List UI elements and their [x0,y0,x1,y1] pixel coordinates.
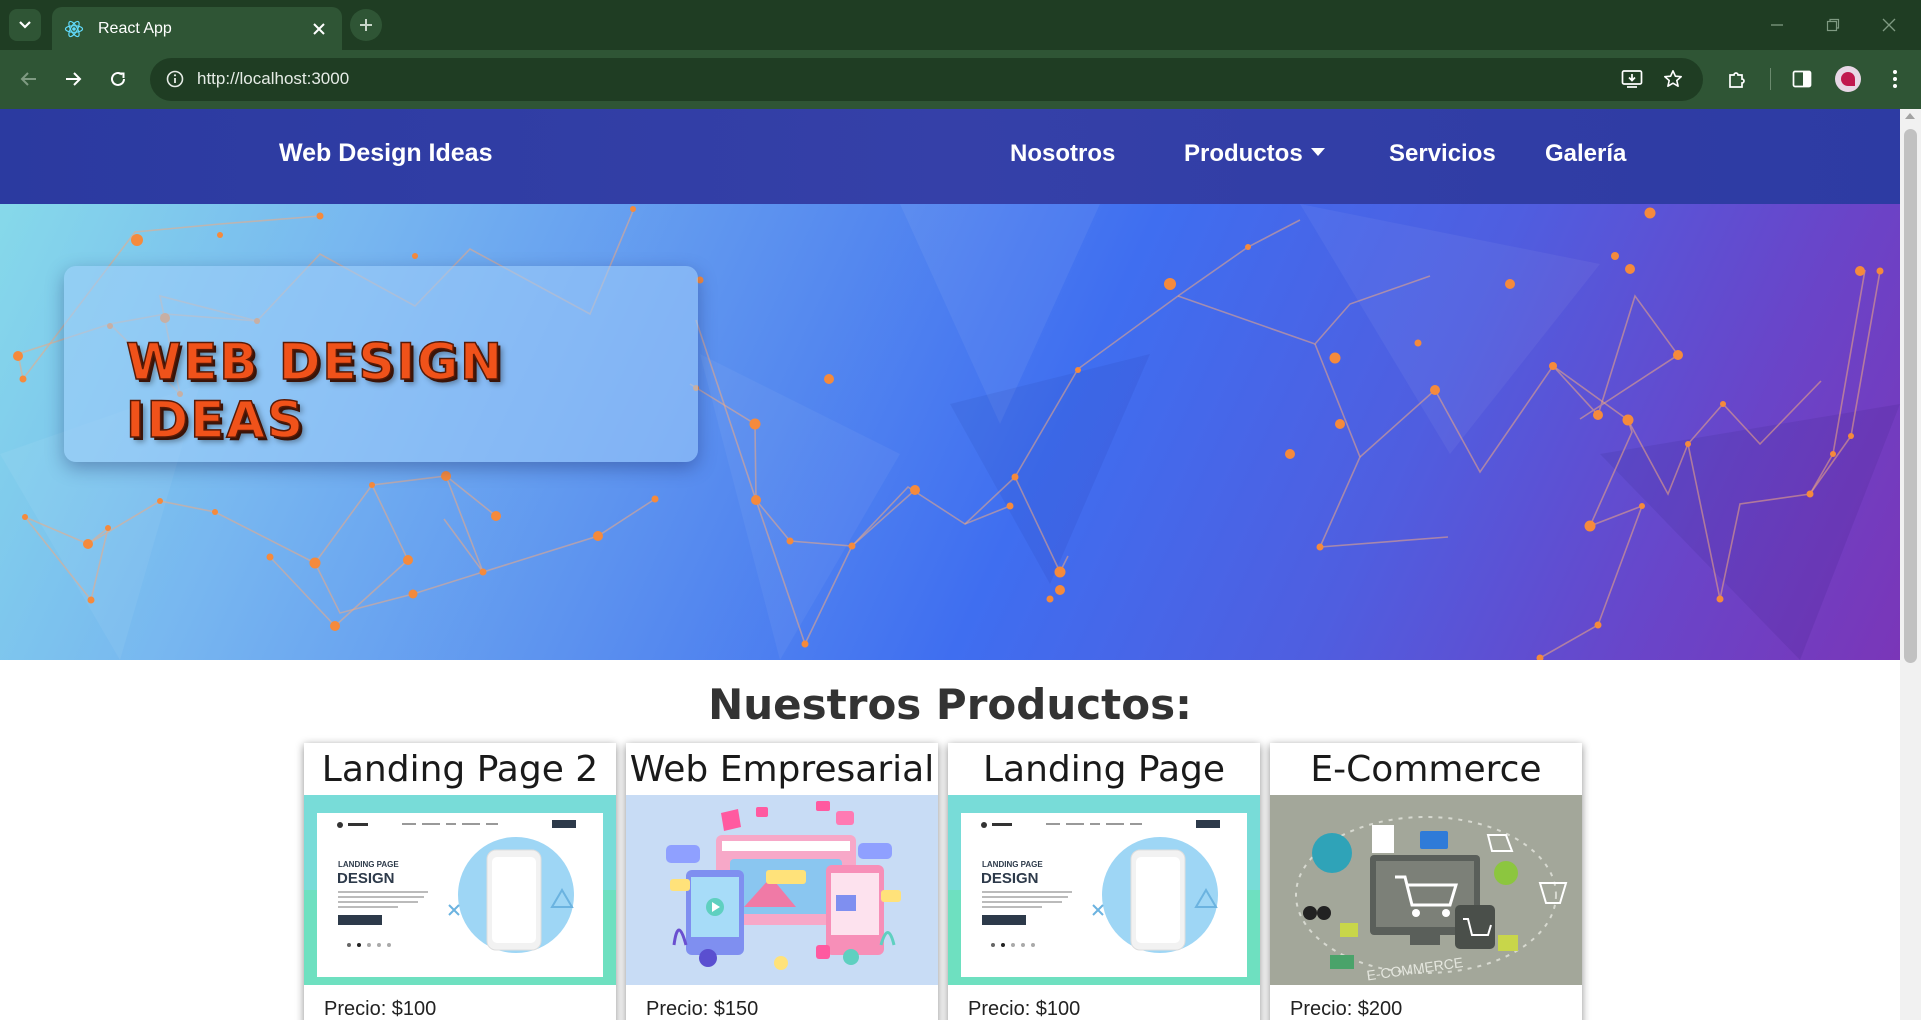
business-web-illustration [626,795,938,985]
scroll-up-arrow-icon[interactable] [1905,113,1915,119]
extensions-button[interactable] [1722,64,1752,94]
product-card-e-commerce[interactable]: E-Commerce E-COMMERCE Precio: $200 [1270,743,1582,1020]
close-icon [1882,18,1896,32]
ecommerce-illustration: E-COMMERCE [1270,795,1582,985]
product-title: Landing Page 2 [321,749,599,790]
browser-tab-strip: React App [0,0,1921,50]
install-icon [1621,70,1643,88]
profile-avatar[interactable] [1835,66,1861,92]
browser-tab[interactable]: React App [52,7,342,50]
minimize-button[interactable] [1764,12,1790,38]
install-app-button[interactable] [1617,64,1647,94]
reload-button[interactable] [103,64,133,94]
restore-icon [1826,18,1840,32]
reload-icon [111,71,125,86]
address-bar[interactable] [150,58,1703,101]
react-logo-icon [64,19,84,39]
forward-button[interactable] [58,64,88,94]
plus-icon [360,19,372,31]
product-price: Precio: $100 [324,998,437,1020]
arrow-right-icon [66,72,82,86]
address-url[interactable]: http://localhost:3000 [197,69,349,89]
hero-title: Web Design Ideas [125,332,504,450]
arrow-left-icon [20,72,36,86]
svg-text:LANDING PAGE: LANDING PAGE [982,860,1043,869]
tab-close-button[interactable] [306,16,332,42]
navbar-brand[interactable]: Web Design Ideas [279,139,493,168]
nav-link-galeria[interactable]: Galería [1545,140,1626,168]
product-price: Precio: $200 [1290,998,1403,1020]
nav-link-productos-label: Productos [1184,140,1303,167]
product-title: E-Commerce [1310,749,1542,790]
close-window-button[interactable] [1876,12,1902,38]
product-title: Web Empresarial [629,749,935,790]
puzzle-icon [1729,72,1745,88]
browser-menu-button[interactable] [1880,64,1910,94]
page-viewport: Web Design Ideas Nosotros Productos Serv… [0,109,1900,1020]
chevron-down-icon [19,21,31,29]
side-panel-button[interactable] [1787,64,1817,94]
product-price: Precio: $100 [968,998,1081,1020]
product-price: Precio: $150 [646,998,759,1020]
nav-link-nosotros[interactable]: Nosotros [1010,140,1115,168]
hero-banner: Web Design Ideas [0,204,1900,660]
back-button[interactable] [14,64,44,94]
product-card-web-empresarial[interactable]: Web Empresarial Precio: $150 [626,743,938,1020]
side-panel-icon [1792,70,1812,88]
product-card-landing-page[interactable]: Landing Page LANDING PAGE DESIGN Precio:… [948,743,1260,1020]
scrollbar-thumb[interactable] [1904,129,1917,663]
hero-title-card: Web Design Ideas [64,266,698,462]
site-navbar: Web Design Ideas Nosotros Productos Serv… [0,109,1900,204]
site-info-icon[interactable] [164,68,186,90]
landing-page-mockup-image: LANDING PAGE DESIGN [304,795,616,985]
close-icon [313,22,325,35]
product-title: Landing Page [982,749,1226,790]
caret-down-icon [1310,147,1325,156]
tab-title: React App [98,19,172,37]
tab-search-button[interactable] [9,9,41,41]
star-icon [1664,70,1682,87]
new-tab-button[interactable] [350,9,382,41]
svg-text:DESIGN: DESIGN [981,870,1039,887]
products-section-title: Nuestros Productos: [708,680,1192,729]
bookmark-button[interactable] [1658,64,1688,94]
svg-text:LANDING PAGE: LANDING PAGE [338,860,399,869]
landing-page-mockup-image: LANDING PAGE DESIGN [948,795,1260,985]
nav-link-servicios[interactable]: Servicios [1389,140,1496,168]
nav-link-productos[interactable]: Productos [1184,140,1325,168]
minimize-icon [1771,24,1783,26]
svg-text:DESIGN: DESIGN [337,870,395,887]
kebab-menu-icon [1893,70,1897,88]
page-scrollbar[interactable] [1900,109,1921,1020]
toolbar-separator [1770,68,1771,90]
product-card-landing-page-2[interactable]: Landing Page 2 LANDING PAGE DESIGN Preci… [304,743,616,1020]
restore-button[interactable] [1820,12,1846,38]
